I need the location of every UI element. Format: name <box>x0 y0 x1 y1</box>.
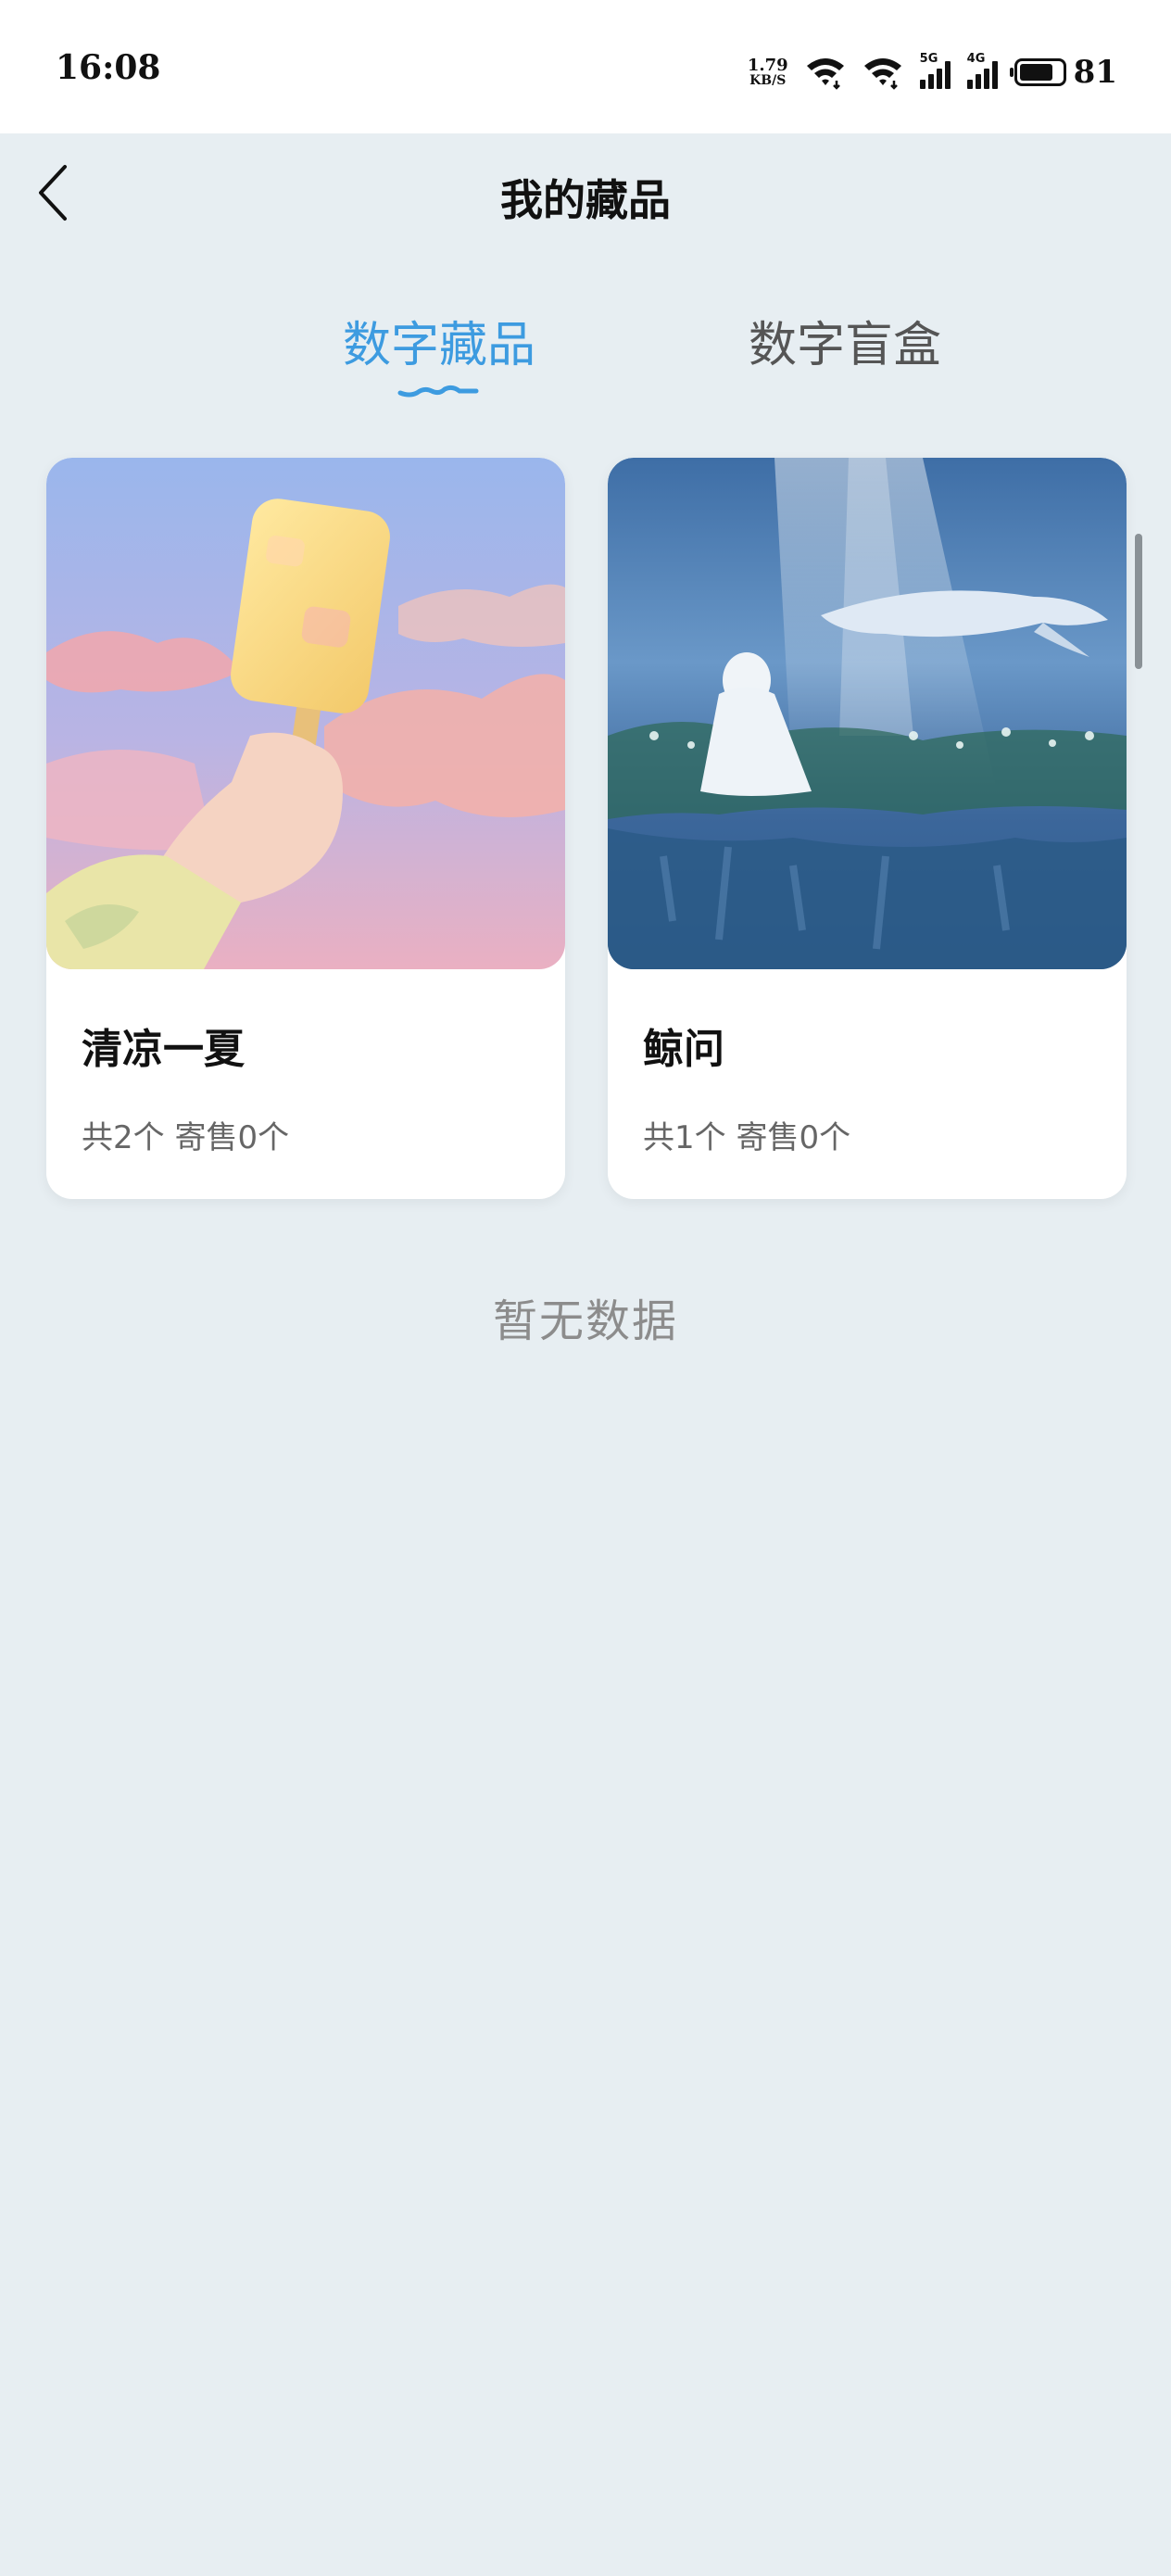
collection-image-whale <box>608 458 1127 969</box>
nav-header: 我的藏品 <box>0 133 1171 263</box>
status-bar: 16:08 1.79 KB/S 5G 4G 81 <box>0 0 1171 133</box>
battery-icon <box>1009 58 1066 86</box>
tab-digital-collections[interactable]: 数字藏品 <box>343 306 535 375</box>
empty-state-text: 暂无数据 <box>492 1295 678 1347</box>
signal-5g-icon: 5G <box>919 52 951 89</box>
page-title: 我的藏品 <box>500 175 671 225</box>
collection-stats: 共2个 寄售0个 <box>82 1119 290 1156</box>
collection-grid: 清凉一夏 共2个 寄售0个 鲸问 共1个 寄售0个 <box>46 458 1127 1199</box>
signal-4g-label: 4G <box>966 52 986 66</box>
active-tab-indicator <box>397 385 479 398</box>
tab-digital-blind-box[interactable]: 数字盲盒 <box>749 306 941 375</box>
battery-level: 81 <box>1073 54 1117 91</box>
collection-image-popsicle <box>46 458 565 969</box>
wifi-icon <box>806 58 844 90</box>
scrollbar[interactable] <box>1135 534 1142 669</box>
collection-tabs: 数字藏品 数字盲盒 <box>0 297 1171 408</box>
network-speed-unit: KB/S <box>749 73 787 88</box>
network-speed: 1.79 KB/S <box>747 56 788 88</box>
collection-name: 清凉一夏 <box>82 1026 245 1073</box>
collection-stats: 共1个 寄售0个 <box>643 1119 851 1156</box>
status-time: 16:08 <box>56 48 161 87</box>
signal-4g-icon: 4G <box>966 52 998 89</box>
wifi-icon-secondary <box>863 58 901 90</box>
collection-card[interactable]: 鲸问 共1个 寄售0个 <box>608 458 1127 1199</box>
network-speed-value: 1.79 <box>747 56 788 75</box>
signal-5g-label: 5G <box>919 52 938 66</box>
collection-name: 鲸问 <box>643 1026 724 1073</box>
battery-indicator: 81 <box>1009 54 1117 91</box>
collection-card[interactable]: 清凉一夏 共2个 寄售0个 <box>46 458 565 1199</box>
status-icons: 1.79 KB/S 5G 4G 81 <box>748 52 1117 93</box>
